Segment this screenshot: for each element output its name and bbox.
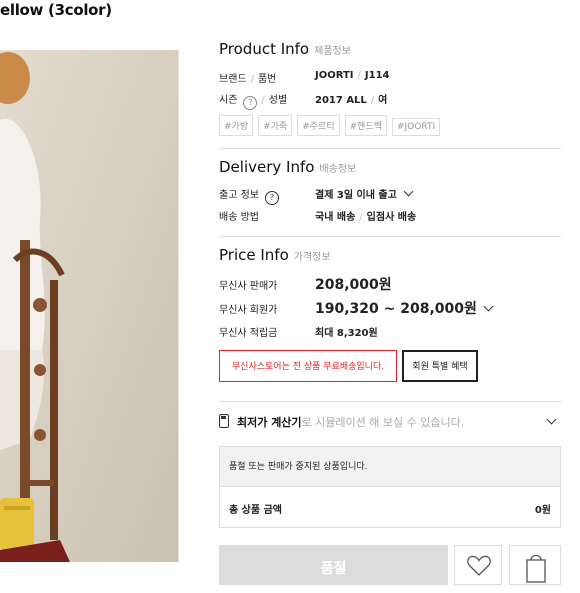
method-label: 배송 방법 xyxy=(219,212,259,223)
price-info-subtitle: 가격정보 xyxy=(293,252,331,263)
brand-value[interactable]: JOORTI xyxy=(315,70,354,81)
total-value: 0원 xyxy=(534,505,551,516)
points-row: 무신사 적립금 최대 8,320원 xyxy=(219,322,561,340)
cart-button[interactable] xyxy=(509,545,561,585)
method-value-group: 국내 배송 / 입점사 배송 xyxy=(315,208,416,223)
gender-value: 여 xyxy=(378,95,388,106)
order-summary-box: 품절 또는 판매가 중지된 상품입니다. 총 상품 금액 0원 xyxy=(219,446,561,528)
delivery-info-subtitle: 배송정보 xyxy=(319,164,357,175)
points-label: 무신사 적립금 xyxy=(219,328,278,339)
divider xyxy=(219,236,561,237)
method-value-vendor: 입점사 배송 xyxy=(366,212,417,223)
season-row: 시즌? / 성별 2017 ALL / 여 xyxy=(219,89,561,110)
ship-value-dropdown[interactable]: 결제 3일 이내 출고 xyxy=(315,186,414,201)
lowest-price-calculator[interactable]: 최저가 계산기로 시뮬레이션 해 보실 수 있습니다. xyxy=(219,412,561,434)
sale-label: 무신사 판매가 xyxy=(219,281,278,292)
price-info-title: Price Info xyxy=(219,246,289,264)
tag-item[interactable]: #주르티 xyxy=(297,115,340,136)
brand-value-group: JOORTI / J114 xyxy=(315,70,390,81)
member-label: 무신사 회원가 xyxy=(219,305,278,316)
divider xyxy=(219,401,561,402)
season-value-group: 2017 ALL / 여 xyxy=(315,91,387,106)
ship-label-group: 출고 정보? xyxy=(219,186,279,205)
season-value: 2017 ALL xyxy=(315,95,367,106)
brand-label: 브랜드 xyxy=(219,74,247,85)
price-info-heading: Price Info 가격정보 xyxy=(219,246,331,264)
total-label: 총 상품 금액 xyxy=(229,505,282,516)
question-icon[interactable]: ? xyxy=(243,96,258,110)
tag-item[interactable]: #가죽 xyxy=(258,115,293,136)
calculator-title: 최저가 계산기 xyxy=(237,416,302,429)
product-photo-illustration xyxy=(0,50,178,562)
separator: / xyxy=(250,74,254,85)
product-no-label: 품번 xyxy=(257,74,277,85)
chevron-down-icon xyxy=(546,414,557,425)
separator: / xyxy=(261,95,265,106)
brand-label-group: 브랜드 / 품번 xyxy=(219,70,276,85)
tag-item[interactable]: #JOORTI xyxy=(392,118,441,136)
shopping-bag-icon xyxy=(526,554,546,583)
chevron-down-icon xyxy=(483,301,494,312)
heart-icon xyxy=(467,555,491,576)
product-info-heading: Product Info 제품정보 xyxy=(219,40,351,58)
member-benefit-button[interactable]: 회원 특별 혜택 xyxy=(402,350,478,382)
chevron-down-icon xyxy=(403,186,414,197)
tag-list: #가방 #가죽 #주르티 #핸드백 #JOORTI xyxy=(219,114,445,136)
sale-value: 208,000원 xyxy=(315,277,392,293)
wishlist-button[interactable] xyxy=(454,545,502,585)
separator: / xyxy=(359,212,363,223)
calculator-text: 최저가 계산기로 시뮬레이션 해 보실 수 있습니다. xyxy=(237,414,464,430)
member-price-row: 무신사 회원가 190,320 ~ 208,000원 xyxy=(219,298,561,320)
member-price-dropdown[interactable]: 190,320 ~ 208,000원 xyxy=(315,298,494,318)
ship-info-row: 출고 정보? 결제 3일 이내 출고 xyxy=(219,184,561,205)
tag-item[interactable]: #가방 xyxy=(219,115,254,136)
delivery-info-heading: Delivery Info 배송정보 xyxy=(219,158,356,176)
question-icon[interactable]: ? xyxy=(264,191,279,205)
tag-item[interactable]: #핸드백 xyxy=(344,115,387,136)
soldout-button[interactable]: 품절 xyxy=(219,545,448,585)
separator: / xyxy=(357,70,361,81)
method-value-domestic: 국내 배송 xyxy=(315,212,356,223)
divider xyxy=(219,148,561,149)
calculator-icon xyxy=(219,414,229,428)
product-info-title: Product Info xyxy=(219,40,310,58)
member-value: 190,320 ~ 208,000원 xyxy=(315,301,477,317)
points-value: 최대 8,320원 xyxy=(315,328,378,339)
product-photo[interactable] xyxy=(0,50,179,562)
soldout-notice: 품절 또는 판매가 중지된 상품입니다. xyxy=(220,447,560,487)
ship-label: 출고 정보 xyxy=(219,190,259,201)
gender-label: 성별 xyxy=(268,95,288,106)
season-label-group: 시즌? / 성별 xyxy=(219,91,287,110)
separator: / xyxy=(370,95,375,106)
product-no-value: J114 xyxy=(364,70,390,81)
shipping-method-row: 배송 방법 국내 배송 / 입점사 배송 xyxy=(219,206,561,224)
free-shipping-button[interactable]: 무신사스토어는 전 상품 무료배송입니다. xyxy=(219,350,397,382)
calculator-desc: 로 시뮬레이션 해 보실 수 있습니다. xyxy=(301,416,465,429)
sale-price-row: 무신사 판매가 208,000원 xyxy=(219,274,561,296)
delivery-info-title: Delivery Info xyxy=(219,158,315,176)
brand-row: 브랜드 / 품번 JOORTI / J114 xyxy=(219,68,561,86)
ship-value: 결제 3일 이내 출고 xyxy=(315,190,397,201)
product-title: ellow (3color) xyxy=(0,1,112,19)
product-info-subtitle: 제품정보 xyxy=(314,46,351,57)
season-label: 시즌 xyxy=(219,95,238,106)
